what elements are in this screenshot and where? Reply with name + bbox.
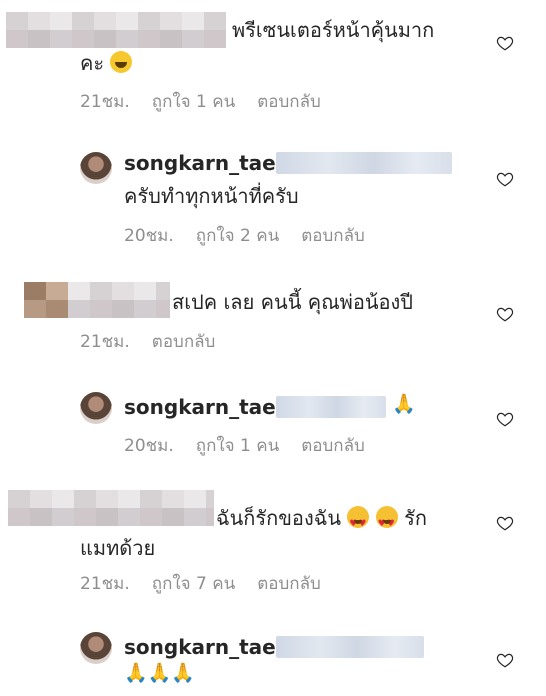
comment-reply-item: songkarn_tae 🙏 20ชม. ถูกใจ 1 คน ตอบกลับ: [0, 368, 546, 478]
timestamp: 21ชม.: [80, 332, 130, 352]
timestamp: 21ชม.: [80, 92, 130, 112]
folded-hands-icon: 🙏: [171, 662, 196, 684]
comment-meta: 21ชม. ถูกใจ 1 คน ตอบกลับ: [80, 88, 321, 115]
reply-button[interactable]: ตอบกลับ: [152, 328, 216, 355]
comment-reply-item: songkarn_tae ครับทำทุกหน้าที่ครับ 20ชม. …: [0, 118, 546, 258]
like-count[interactable]: ถูกใจ 7 คน: [152, 570, 235, 597]
heart-outline-icon[interactable]: [496, 305, 514, 323]
like-count[interactable]: ถูกใจ 1 คน: [152, 88, 235, 115]
folded-hands-icon: 🙏: [124, 662, 148, 684]
timestamp: 20ชม.: [124, 436, 174, 456]
avatar[interactable]: [80, 392, 112, 424]
timestamp: 21ชม.: [80, 574, 130, 594]
username-link[interactable]: songkarn_tae: [124, 395, 276, 419]
comment-meta: 20ชม. ถูกใจ 2 คน ตอบกลับ: [124, 222, 365, 249]
comment-header: songkarn_tae: [124, 632, 276, 662]
reply-button[interactable]: ตอบกลับ: [301, 432, 365, 459]
redacted-avatar-and-username: [8, 490, 214, 526]
comment-text: สเปค เลย คนนี้ คุณพ่อน้องปี: [172, 290, 413, 314]
like-count[interactable]: ถูกใจ 1 คน: [196, 432, 279, 459]
reply-button[interactable]: ตอบกลับ: [257, 570, 321, 597]
folded-hands-icon: 🙏: [392, 393, 416, 415]
comment-meta: 20ชม. ถูกใจ 1 คน ตอบกลับ: [124, 432, 365, 459]
comment-header: songkarn_tae: [124, 148, 276, 178]
redacted-avatar-and-username: [6, 12, 226, 48]
reply-button[interactable]: ตอบกลับ: [257, 88, 321, 115]
heart-eyes-icon: [347, 506, 370, 539]
username-link[interactable]: songkarn_tae: [124, 635, 276, 659]
redacted-avatar-and-username: [24, 282, 170, 318]
comment-text: แมทด้วย: [80, 536, 156, 560]
comment-text: ครับทำทุกหน้าที่ครับ: [124, 184, 299, 208]
comment-header: songkarn_tae: [124, 392, 276, 422]
comment-text: ฉันก็รักของฉัน รัก: [216, 503, 427, 539]
comment-item: สเปค เลย คนนี้ คุณพ่อน้องปี 21ชม. ตอบกลั…: [0, 258, 546, 368]
heart-outline-icon[interactable]: [496, 410, 514, 428]
comment-text: พรีเซนเตอร์หน้าคุ้นมาก: [232, 18, 435, 42]
timestamp: 20ชม.: [124, 226, 174, 246]
comment-text: คะ: [80, 48, 133, 78]
heart-eyes-icon: [375, 506, 398, 539]
username-link[interactable]: songkarn_tae: [124, 151, 276, 175]
heart-outline-icon[interactable]: [496, 34, 514, 52]
comment-item: ฉันก็รักของฉัน รัก แมทด้วย 21ชม. ถูกใจ 7…: [0, 478, 546, 606]
comment-reply-item: songkarn_tae 🙏🙏🙏: [0, 606, 546, 696]
folded-hands-icon: 🙏: [147, 662, 172, 684]
reply-button[interactable]: ตอบกลับ: [301, 222, 365, 249]
comment-text: 🙏🙏🙏: [124, 661, 195, 684]
like-count[interactable]: ถูกใจ 2 คน: [196, 222, 279, 249]
comment-meta: 21ชม. ถูกใจ 7 คน ตอบกลับ: [80, 570, 321, 597]
comment-meta: 21ชม. ตอบกลับ: [80, 328, 215, 355]
redacted-mention: [276, 152, 452, 174]
grinning-face-icon: [110, 51, 133, 73]
redacted-mention: [276, 636, 424, 658]
heart-outline-icon[interactable]: [496, 514, 514, 532]
redacted-mention: [276, 396, 386, 418]
avatar[interactable]: [80, 632, 112, 664]
avatar[interactable]: [80, 152, 112, 184]
comment-item: พรีเซนเตอร์หน้าคุ้นมาก คะ 21ชม. ถูกใจ 1 …: [0, 0, 546, 118]
heart-outline-icon[interactable]: [496, 651, 514, 669]
heart-outline-icon[interactable]: [496, 170, 514, 188]
